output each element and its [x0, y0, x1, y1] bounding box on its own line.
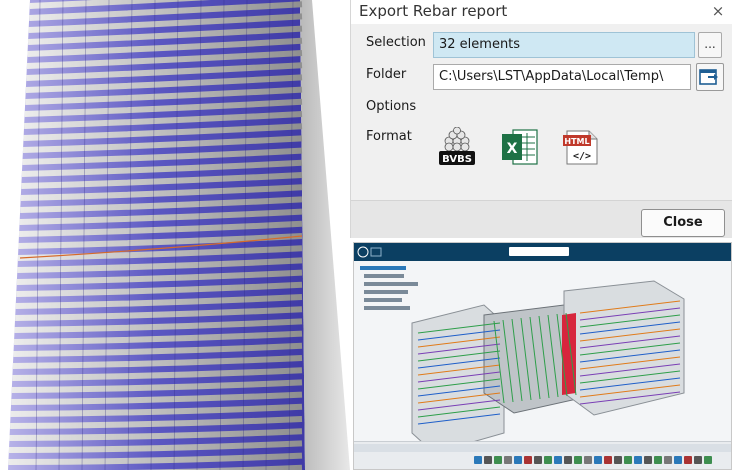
- browse-selection-button[interactable]: ...: [698, 32, 722, 58]
- format-label: Format: [366, 129, 412, 144]
- html-format-button[interactable]: HTML </>: [561, 127, 601, 167]
- excel-format-button[interactable]: X: [499, 127, 539, 167]
- toolbar-icon: [484, 456, 492, 464]
- dialog-title: Export Rebar report: [359, 2, 508, 20]
- toolbar-icon: [564, 456, 572, 464]
- toolbar-icon: [604, 456, 612, 464]
- toolbar-tabs: [354, 444, 731, 452]
- app-bottom-toolbar: [354, 441, 731, 469]
- bvbs-icon-text: BVBS: [442, 154, 472, 165]
- toolbar-icon: [534, 456, 542, 464]
- toolbar-icon: [644, 456, 652, 464]
- toolbar-icon: [674, 456, 682, 464]
- toolbar-icon: [694, 456, 702, 464]
- cad-app-screenshot: [353, 242, 732, 470]
- rebar-3d-model: [411, 280, 685, 454]
- toolbar-icon: [584, 456, 592, 464]
- toolbar-icon: [664, 456, 672, 464]
- toolbar-icon: [624, 456, 632, 464]
- toolbar-icon: [554, 456, 562, 464]
- html-icon-tag: </>: [573, 151, 591, 162]
- toolbar-icon: [474, 456, 482, 464]
- folder-browse-button[interactable]: [696, 63, 724, 91]
- folder-path-field[interactable]: C:\Users\LST\AppData\Local\Temp\: [433, 64, 691, 90]
- close-button[interactable]: Close: [641, 209, 725, 237]
- toolbar-icon: [594, 456, 602, 464]
- toolbar-icon: [614, 456, 622, 464]
- excel-icon: X: [502, 129, 538, 165]
- toolbar-icon: [684, 456, 692, 464]
- toolbar-icon: [494, 456, 502, 464]
- html-icon: HTML </>: [563, 130, 598, 165]
- toolbar-icon: [514, 456, 522, 464]
- options-label: Options: [366, 99, 417, 114]
- toolbar-icon: [704, 456, 712, 464]
- facade-sidewall: [300, 0, 350, 470]
- toolbar-icon: [574, 456, 582, 464]
- export-rebar-dialog: Export Rebar report × Selection 32 eleme…: [350, 0, 732, 238]
- folder-label: Folder: [366, 67, 407, 82]
- building-facade-image: [0, 0, 350, 470]
- folder-export-icon: [699, 69, 718, 85]
- dialog-title-bar: Export Rebar report ×: [351, 0, 732, 24]
- close-icon[interactable]: ×: [709, 2, 727, 20]
- toolbar-icon: [654, 456, 662, 464]
- model-red-band: [562, 313, 576, 395]
- facade-svg: [8, 0, 350, 470]
- toolbar-icon: [634, 456, 642, 464]
- excel-icon-letter: X: [507, 141, 518, 157]
- selection-field[interactable]: 32 elements: [433, 32, 695, 58]
- bvbs-icon: BVBS: [439, 126, 475, 165]
- toolbar-icon: [544, 456, 552, 464]
- bvbs-format-button[interactable]: BVBS: [437, 126, 477, 167]
- toolbar-icon: [504, 456, 512, 464]
- selection-label: Selection: [366, 35, 426, 50]
- html-icon-text: HTML: [564, 137, 589, 146]
- dialog-footer: Close: [351, 200, 732, 238]
- toolbar-icon: [524, 456, 532, 464]
